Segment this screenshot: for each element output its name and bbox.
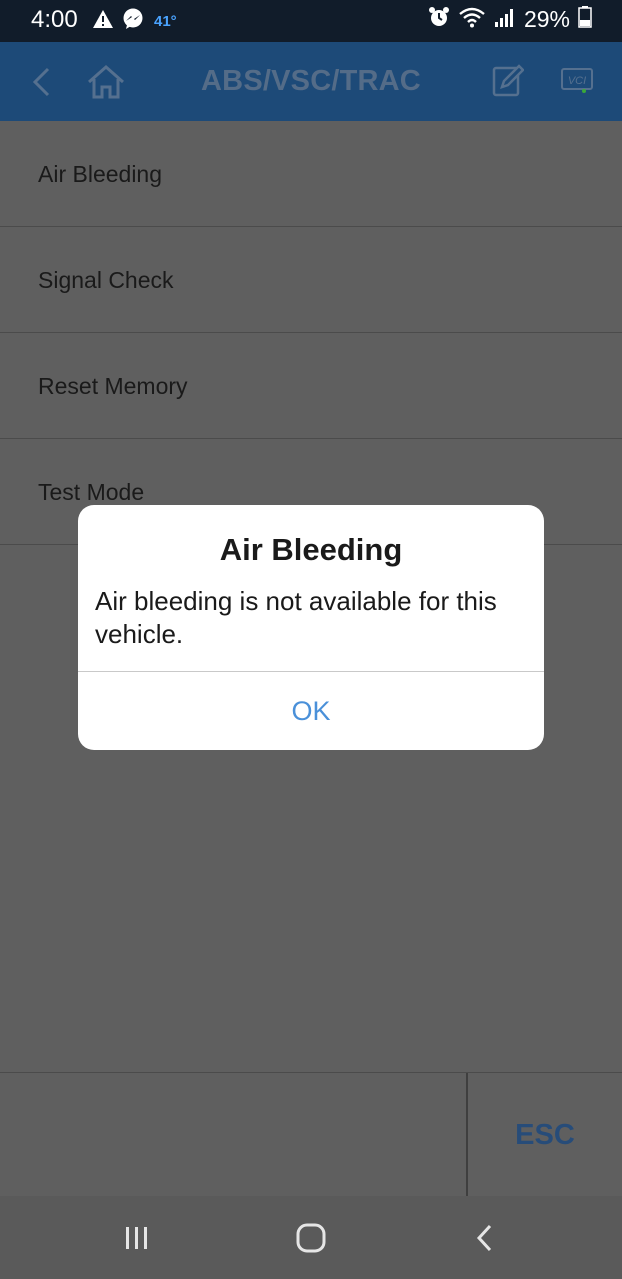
system-icons: 29% <box>428 6 592 33</box>
warning-icon <box>92 9 114 34</box>
recent-apps-icon[interactable] <box>107 1216 167 1260</box>
menu-item-label: Air Bleeding <box>38 161 163 187</box>
vci-icon[interactable]: VCI <box>560 66 594 101</box>
battery-icon <box>578 6 592 33</box>
clock: 4:00 <box>31 6 78 33</box>
vci-label: VCI <box>568 75 586 87</box>
home-button-icon[interactable] <box>281 1216 341 1260</box>
notification-icons: 41° <box>92 8 177 35</box>
edit-icon[interactable] <box>492 64 525 103</box>
battery-percentage: 29% <box>523 6 570 32</box>
alert-dialog: Air Bleeding Air bleeding is not availab… <box>78 505 544 750</box>
menu-item-air-bleeding[interactable]: Air Bleeding <box>0 121 622 227</box>
temperature: 41° <box>154 13 177 30</box>
dialog-message: Air bleeding is not available for this v… <box>95 586 497 649</box>
menu-item-reset-memory[interactable]: Reset Memory <box>0 333 622 439</box>
ok-button[interactable]: OK <box>78 672 544 750</box>
messenger-icon <box>122 8 144 35</box>
menu-item-label: Signal Check <box>38 267 174 293</box>
menu-item-label: Test Mode <box>38 479 145 505</box>
page-title: ABS/VSC/TRAC <box>201 65 421 97</box>
footer-bar: ESC <box>0 1072 622 1197</box>
system-nav-bar <box>0 1196 622 1279</box>
status-bar: 4:00 41° 29% <box>0 0 622 42</box>
dialog-title: Air Bleeding <box>219 532 403 567</box>
esc-button[interactable]: ESC <box>468 1073 622 1197</box>
wifi-icon <box>458 6 486 33</box>
menu-item-signal-check[interactable]: Signal Check <box>0 227 622 333</box>
signal-icon <box>494 6 516 33</box>
menu-item-label: Reset Memory <box>38 373 188 399</box>
app-header: ABS/VSC/TRAC VCI <box>0 42 622 121</box>
alarm-icon <box>428 6 450 33</box>
back-nav-icon[interactable] <box>455 1216 515 1260</box>
